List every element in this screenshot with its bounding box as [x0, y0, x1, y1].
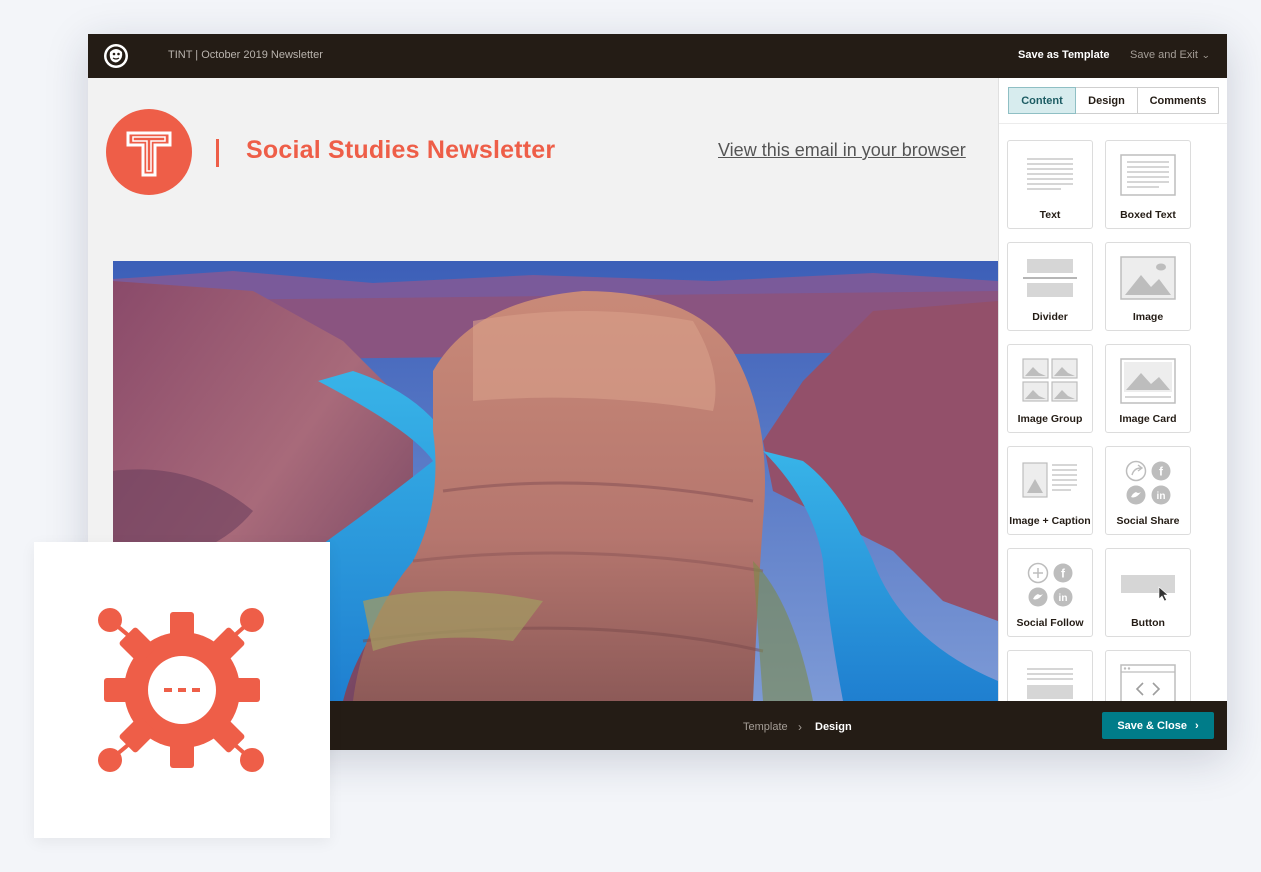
block-label: Image [1132, 311, 1164, 323]
image-icon [1120, 256, 1176, 300]
text-block-icon [1027, 158, 1073, 190]
chevron-right-icon: › [1195, 719, 1199, 732]
block-social-share[interactable]: f in Social Share [1105, 446, 1191, 535]
save-as-template-button[interactable]: Save as Template [1018, 49, 1110, 61]
save-and-close-label: Save & Close [1117, 719, 1188, 732]
save-and-exit-menu[interactable]: Save and Exit ⌄ [1130, 49, 1211, 61]
block-label: Boxed Text [1120, 209, 1176, 221]
svg-text:in: in [1059, 593, 1068, 604]
svg-text:in: in [1157, 491, 1166, 502]
breadcrumb-chevron-icon: › [798, 720, 802, 734]
block-label: Social Follow [1016, 617, 1084, 629]
block-text[interactable]: Text [1007, 140, 1093, 229]
block-label: Image Card [1119, 413, 1177, 425]
chevron-down-icon: ⌄ [1201, 50, 1211, 60]
save-and-exit-label: Save and Exit [1130, 49, 1198, 61]
save-and-close-button[interactable]: Save & Close › [1102, 712, 1214, 739]
block-image-group[interactable]: Image Group [1007, 344, 1093, 433]
block-boxed-text[interactable]: Boxed Text [1105, 140, 1191, 229]
block-divider[interactable]: Divider [1007, 242, 1093, 331]
block-label: Image + Caption [1009, 515, 1091, 527]
image-caption-icon [1022, 462, 1077, 498]
block-button[interactable]: Button [1105, 548, 1191, 637]
block-image-card[interactable]: Image Card [1105, 344, 1191, 433]
top-bar: TINT | October 2019 Newsletter Save as T… [88, 34, 1227, 78]
block-image[interactable]: Image [1105, 242, 1191, 331]
panel-tabs: Content Design Comments [1008, 87, 1219, 114]
block-label: Social Share [1116, 515, 1180, 527]
newsletter-title: Social Studies Newsletter [246, 136, 556, 164]
block-footer[interactable] [1007, 650, 1093, 701]
gear-integration-icon [98, 608, 264, 772]
tab-design[interactable]: Design [1076, 87, 1138, 114]
image-group-icon [1022, 358, 1078, 402]
code-block-icon [1120, 664, 1176, 701]
integration-badge-card [34, 542, 330, 838]
footer-block-icon [1027, 668, 1073, 699]
block-social-follow[interactable]: f in Social Follow [1007, 548, 1093, 637]
image-card-icon [1120, 358, 1176, 404]
mailchimp-logo-icon[interactable] [102, 42, 130, 70]
view-in-browser-link[interactable]: View this email in your browser [718, 140, 966, 161]
tab-content[interactable]: Content [1008, 87, 1076, 114]
breadcrumb-design: Design [815, 721, 852, 733]
block-label: Image Group [1017, 413, 1083, 425]
block-image-caption[interactable]: Image + Caption [1007, 446, 1093, 535]
brand-logo [106, 109, 192, 195]
block-label: Text [1039, 209, 1061, 221]
block-label: Divider [1032, 311, 1068, 323]
social-follow-icon: f in [1027, 562, 1073, 607]
button-block-icon [1121, 575, 1175, 602]
divider-icon [1023, 259, 1077, 297]
tabs-divider [999, 123, 1227, 124]
brand-logo-letter-icon [126, 131, 172, 177]
title-divider [216, 139, 219, 167]
block-code[interactable] [1105, 650, 1191, 701]
breadcrumb-template[interactable]: Template [743, 721, 788, 733]
block-label: Button [1131, 617, 1165, 629]
document-title: TINT | October 2019 Newsletter [168, 49, 323, 61]
social-share-icon: f in [1125, 460, 1171, 505]
boxed-text-icon [1120, 154, 1176, 196]
content-blocks-panel: Content Design Comments Text Boxed Text [998, 78, 1227, 701]
tab-comments[interactable]: Comments [1138, 87, 1219, 114]
